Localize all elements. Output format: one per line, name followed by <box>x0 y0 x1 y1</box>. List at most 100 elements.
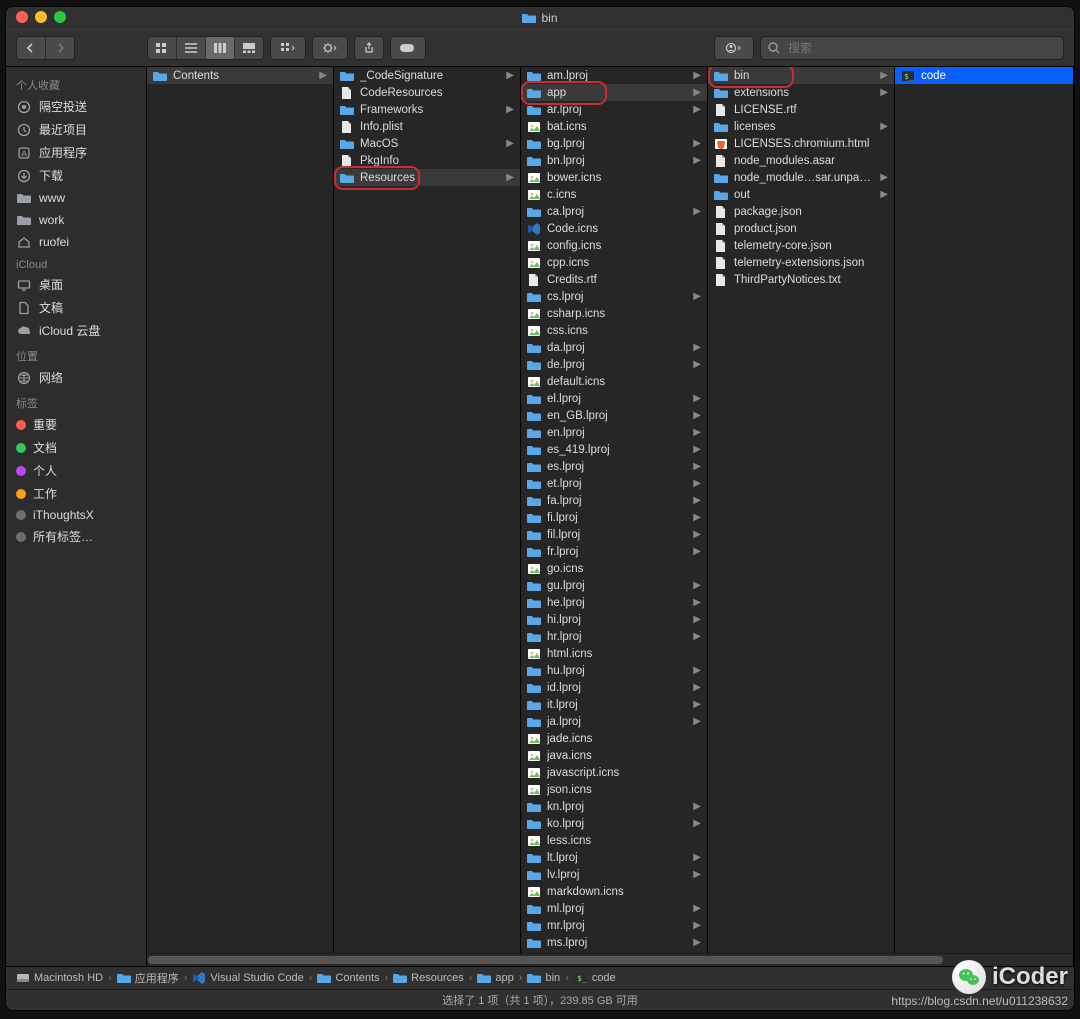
horizontal-scrollbar[interactable] <box>148 953 1072 966</box>
file-row[interactable]: out▶ <box>708 186 894 203</box>
file-row[interactable]: extensions▶ <box>708 84 894 101</box>
file-row[interactable]: hi.lproj▶ <box>521 611 707 628</box>
file-row[interactable]: gu.lproj▶ <box>521 577 707 594</box>
file-row[interactable]: et.lproj▶ <box>521 475 707 492</box>
sidebar-item[interactable]: ruofei <box>6 231 146 253</box>
back-button[interactable] <box>17 37 46 59</box>
file-row[interactable]: da.lproj▶ <box>521 339 707 356</box>
sidebar-item[interactable]: 最近项目 <box>6 118 146 141</box>
user-button[interactable] <box>714 36 754 60</box>
file-row[interactable]: fa.lproj▶ <box>521 492 707 509</box>
file-row[interactable]: ml.lproj▶ <box>521 900 707 917</box>
sidebar-item[interactable]: 隔空投送 <box>6 95 146 118</box>
file-row[interactable]: kn.lproj▶ <box>521 798 707 815</box>
sidebar-item[interactable]: 文档 <box>6 436 146 459</box>
group-button[interactable] <box>270 36 306 60</box>
file-row[interactable]: fil.lproj▶ <box>521 526 707 543</box>
file-row[interactable]: markdown.icns <box>521 883 707 900</box>
forward-button[interactable] <box>46 37 74 59</box>
search-field[interactable] <box>760 36 1064 60</box>
file-row[interactable]: config.icns <box>521 237 707 254</box>
sidebar-item[interactable]: 应用程序 <box>6 141 146 164</box>
sidebar-item[interactable]: iThoughtsX <box>6 505 146 525</box>
file-row[interactable]: bin▶ <box>708 67 894 84</box>
file-row[interactable]: LICENSES.chromium.html <box>708 135 894 152</box>
file-row[interactable]: Resources▶ <box>334 169 520 186</box>
file-row[interactable]: hu.lproj▶ <box>521 662 707 679</box>
file-row[interactable]: java.icns <box>521 747 707 764</box>
maximize-button[interactable] <box>54 11 66 23</box>
file-row[interactable]: css.icns <box>521 322 707 339</box>
file-row[interactable]: he.lproj▶ <box>521 594 707 611</box>
sidebar-item[interactable]: 文稿 <box>6 296 146 319</box>
view-list-button[interactable] <box>177 37 206 59</box>
file-row[interactable]: json.icns <box>521 781 707 798</box>
view-columns-button[interactable] <box>206 37 235 59</box>
view-gallery-button[interactable] <box>235 37 263 59</box>
file-row[interactable]: telemetry-core.json <box>708 237 894 254</box>
file-row[interactable]: package.json <box>708 203 894 220</box>
file-row[interactable]: LICENSE.rtf <box>708 101 894 118</box>
tags-button[interactable] <box>390 36 426 60</box>
sidebar-item[interactable]: 工作 <box>6 482 146 505</box>
sidebar-item[interactable]: 下载 <box>6 164 146 187</box>
file-row[interactable]: mr.lproj▶ <box>521 917 707 934</box>
file-row[interactable]: default.icns <box>521 373 707 390</box>
file-row[interactable]: de.lproj▶ <box>521 356 707 373</box>
file-row[interactable]: cs.lproj▶ <box>521 288 707 305</box>
file-row[interactable]: product.json <box>708 220 894 237</box>
file-row[interactable]: ko.lproj▶ <box>521 815 707 832</box>
file-row[interactable]: html.icns <box>521 645 707 662</box>
file-row[interactable]: Frameworks▶ <box>334 101 520 118</box>
share-button[interactable] <box>354 36 384 60</box>
sidebar-item[interactable]: 个人 <box>6 459 146 482</box>
path-segment[interactable]: app <box>477 971 513 985</box>
file-row[interactable]: el.lproj▶ <box>521 390 707 407</box>
file-row[interactable]: ms.lproj▶ <box>521 934 707 951</box>
file-row[interactable]: es_419.lproj▶ <box>521 441 707 458</box>
file-row[interactable]: en_GB.lproj▶ <box>521 407 707 424</box>
path-segment[interactable]: 应用程序 <box>117 970 179 986</box>
file-row[interactable]: ja.lproj▶ <box>521 713 707 730</box>
file-row[interactable]: ar.lproj▶ <box>521 101 707 118</box>
minimize-button[interactable] <box>35 11 47 23</box>
action-button[interactable] <box>312 36 348 60</box>
file-row[interactable]: javascript.icns <box>521 764 707 781</box>
file-row[interactable]: fi.lproj▶ <box>521 509 707 526</box>
view-icon-button[interactable] <box>148 37 177 59</box>
file-row[interactable]: ThirdPartyNotices.txt <box>708 271 894 288</box>
sidebar-item[interactable]: www <box>6 187 146 209</box>
file-row[interactable]: go.icns <box>521 560 707 577</box>
file-row[interactable]: fr.lproj▶ <box>521 543 707 560</box>
file-row[interactable]: Code.icns <box>521 220 707 237</box>
sidebar-item[interactable]: work <box>6 209 146 231</box>
path-segment[interactable]: Contents <box>317 971 379 985</box>
sidebar-item[interactable]: 网络 <box>6 366 146 389</box>
file-row[interactable]: node_module…sar.unpacked▶ <box>708 169 894 186</box>
file-row[interactable]: Info.plist <box>334 118 520 135</box>
path-segment[interactable]: Resources <box>393 971 464 985</box>
sidebar-item[interactable]: 所有标签… <box>6 525 146 548</box>
sidebar-item[interactable]: 桌面 <box>6 273 146 296</box>
file-row[interactable]: PkgInfo <box>334 152 520 169</box>
sidebar-item[interactable]: 重要 <box>6 413 146 436</box>
file-row[interactable]: es.lproj▶ <box>521 458 707 475</box>
path-segment[interactable]: Macintosh HD <box>16 971 103 985</box>
file-row[interactable]: MacOS▶ <box>334 135 520 152</box>
path-segment[interactable]: Visual Studio Code <box>192 971 303 985</box>
file-row[interactable]: hr.lproj▶ <box>521 628 707 645</box>
file-row[interactable]: Credits.rtf <box>521 271 707 288</box>
scrollbar-thumb[interactable] <box>148 956 943 964</box>
sidebar-item[interactable]: iCloud 云盘 <box>6 319 146 342</box>
path-segment[interactable]: bin <box>527 971 560 985</box>
file-row[interactable]: lv.lproj▶ <box>521 866 707 883</box>
file-row[interactable]: bat.icns <box>521 118 707 135</box>
file-row[interactable]: node_modules.asar <box>708 152 894 169</box>
file-row[interactable]: en.lproj▶ <box>521 424 707 441</box>
file-row[interactable]: id.lproj▶ <box>521 679 707 696</box>
file-row[interactable]: c.icns <box>521 186 707 203</box>
file-row[interactable]: telemetry-extensions.json <box>708 254 894 271</box>
path-segment[interactable]: code <box>574 971 616 985</box>
file-row[interactable]: jade.icns <box>521 730 707 747</box>
file-row[interactable]: bower.icns <box>521 169 707 186</box>
